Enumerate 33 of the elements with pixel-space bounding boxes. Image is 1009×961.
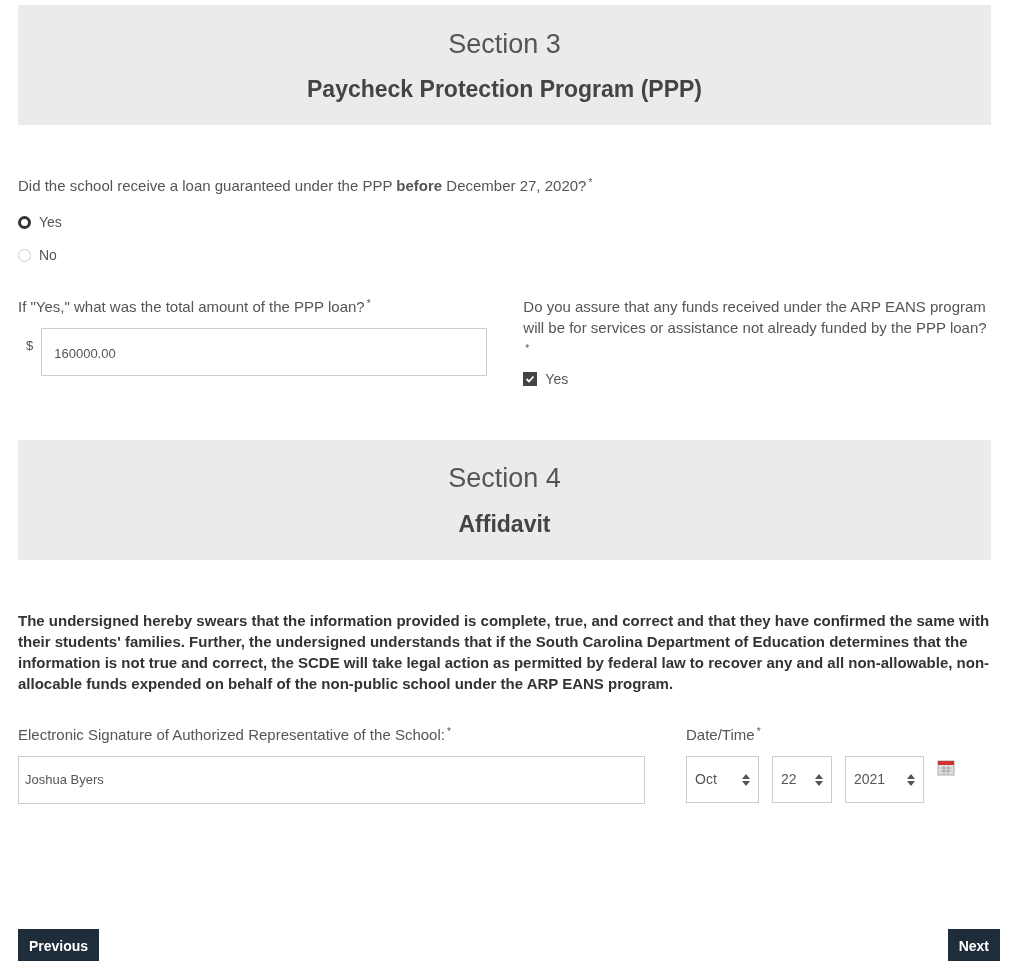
date-select[interactable]: Oct — [686, 756, 759, 803]
amount-input[interactable]: 160000.00 — [41, 328, 488, 376]
sort-arrows-icon — [907, 773, 915, 786]
section-number: Section 3 — [448, 27, 561, 61]
amount-label: If "Yes," what was the total amount of the PPP loan? — [18, 297, 365, 315]
required-mark: * — [366, 297, 371, 309]
question-label: Did the school receive a loan guaranteed under the PPP before December 27, 2020? — [18, 176, 587, 196]
check-icon — [525, 374, 536, 384]
next-button[interactable]: Next — [947, 929, 1000, 961]
calendar-icon[interactable] — [937, 760, 955, 776]
radio-label: No — [39, 245, 57, 265]
required-mark: * — [525, 342, 530, 354]
radio-button[interactable] — [18, 215, 31, 229]
checkbox[interactable] — [523, 372, 538, 386]
date-select[interactable]: 22 — [772, 756, 832, 803]
assurance-label: Do you assure that any funds received under the ARP EANS program will be for services or assistance not already funded by the PPP loan? — [523, 297, 987, 336]
date-select[interactable]: 2021 — [845, 756, 924, 803]
sort-arrows-icon — [742, 773, 750, 786]
sort-arrows-icon — [815, 773, 823, 786]
required-mark: * — [446, 725, 451, 737]
previous-button[interactable]: Previous — [18, 929, 100, 961]
date-time-label: Date/Time — [686, 725, 755, 743]
required-mark: * — [588, 176, 593, 190]
radio-label: Yes — [39, 212, 62, 232]
required-mark: * — [756, 725, 761, 737]
section-title: Affidavit — [458, 509, 551, 539]
signature-label: Electronic Signature of Authorized Representative of the School: — [18, 725, 445, 743]
section-number: Section 4 — [448, 462, 561, 495]
checkbox-label: Yes — [545, 369, 569, 389]
currency-symbol: $ — [26, 337, 34, 355]
affidavit-text: The undersigned hereby swears that the information provided is complete, true, and correct and that they have confirmed the same with their students' families. Further, the undersigned understands that if the South Carolina Department of Education determines that the information is not true and correct, the SCDE will take legal action as permitted by federal law to recover any and all non-allowable, non-allocable funds expended on behalf of the non-public school under the ARP EANS program. — [18, 610, 991, 694]
section-title: Paycheck Protection Program (PPP) — [307, 75, 702, 104]
signature-input[interactable]: Joshua Byers — [18, 756, 645, 804]
